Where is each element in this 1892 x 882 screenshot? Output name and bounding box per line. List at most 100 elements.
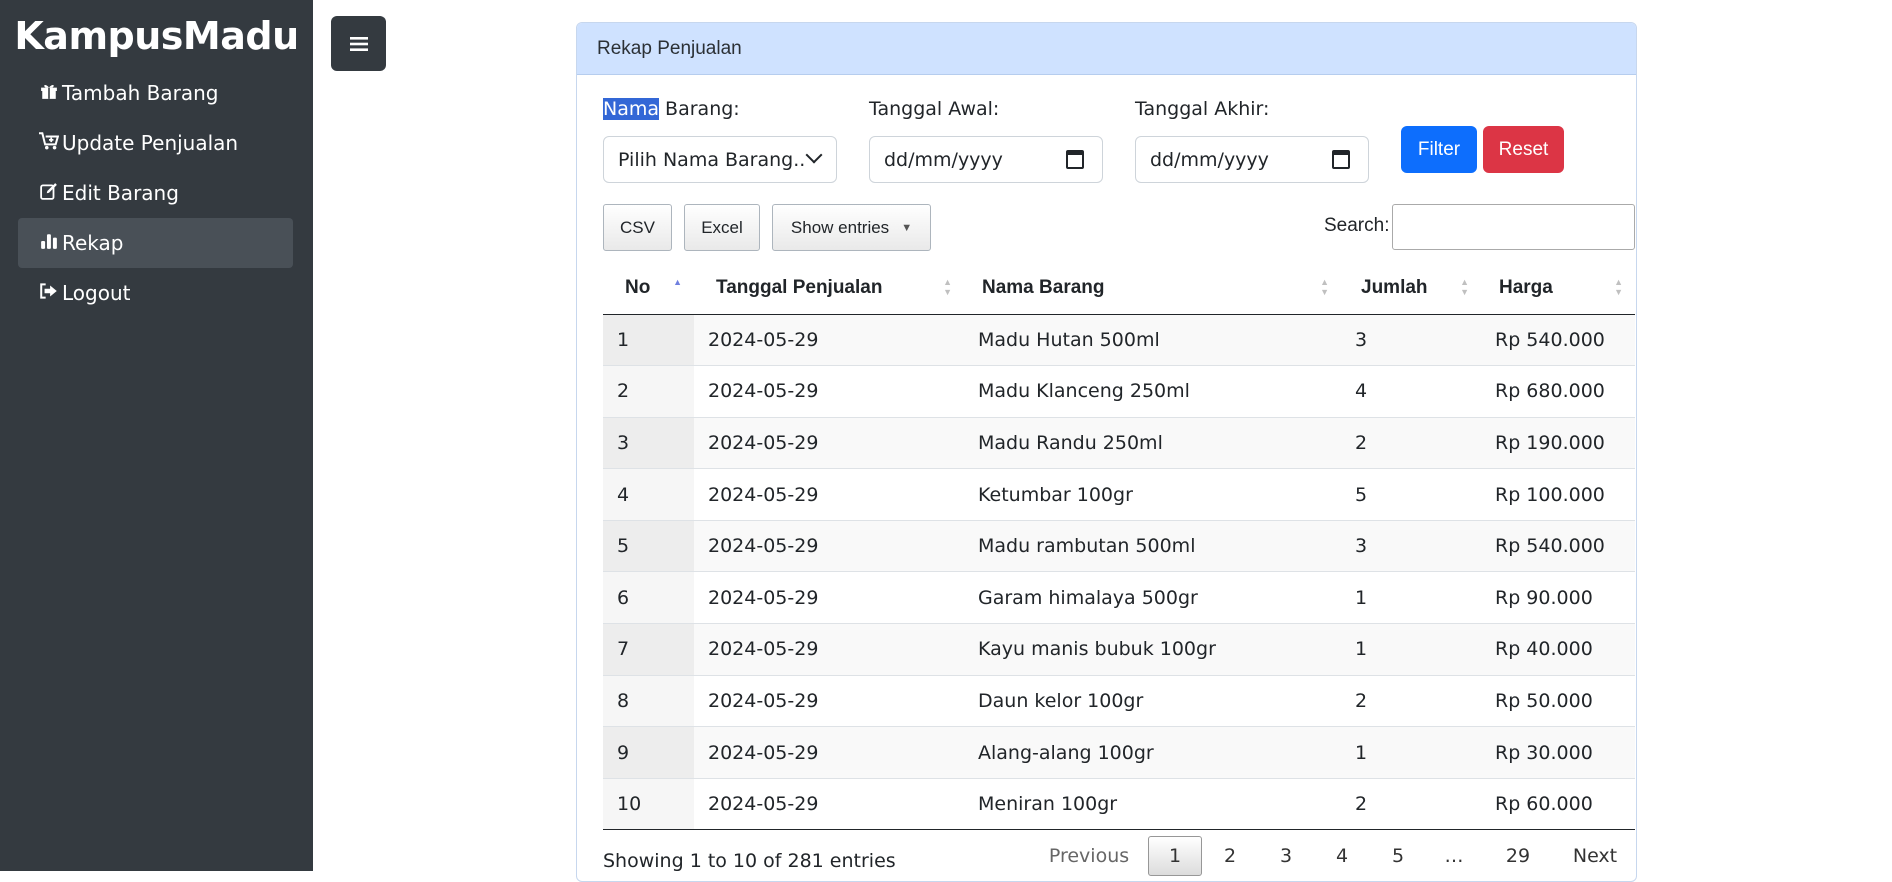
pagination-page-2[interactable]: 2 (1205, 836, 1255, 876)
sidebar-item-edit-barang[interactable]: Edit Barang (18, 168, 293, 218)
column-header-harga[interactable]: Harga ▲ ▼ (1481, 263, 1635, 315)
sidebar-item-label: Rekap (62, 231, 124, 255)
bar-chart-icon (38, 232, 60, 255)
cell-tanggal: 2024-05-29 (694, 520, 964, 573)
cell-tanggal: 2024-05-29 (694, 726, 964, 779)
cell-nama-barang: Meniran 100gr (964, 778, 1341, 831)
pagination-page-1[interactable]: 1 (1148, 836, 1202, 876)
column-header-tanggal-penjualan[interactable]: Tanggal Penjualan ▲ ▼ (694, 263, 964, 315)
pagination-next[interactable]: Next (1556, 836, 1634, 876)
cell-jumlah: 3 (1341, 314, 1481, 367)
table-header-row: No ▲▼ Tanggal Penjualan ▲▼ Nama Barang ▲… (603, 263, 1635, 315)
sidebar-toggle-button[interactable] (331, 16, 386, 71)
edit-icon (38, 182, 60, 205)
rekap-table: No ▲▼ Tanggal Penjualan ▲▼ Nama Barang ▲… (603, 263, 1635, 831)
sort-icon: ▲▼ (1460, 277, 1469, 297)
table-row: 9 2024-05-29 Alang-alang 100gr 1 Rp 30.000 (603, 726, 1635, 779)
sort-icon: ▲▼ (1614, 277, 1623, 297)
table-row: 5 2024-05-29 Madu rambutan 500ml 3 Rp 540.00… (603, 520, 1635, 573)
cell-tanggal: 2024-05-29 (694, 675, 964, 728)
chevron-down-icon (805, 146, 823, 164)
cell-nama-barang: Garam himalaya 500gr (964, 571, 1341, 625)
brand-logo[interactable]: KampusMadu (0, 14, 313, 58)
cart-plus-icon (38, 131, 60, 155)
calendar-icon[interactable] (1066, 150, 1084, 169)
selected-text: Nama (603, 98, 660, 120)
table-row: 8 2024-05-29 Daun kelor 100gr 2 Rp 50.000 (603, 675, 1635, 728)
cell-jumlah: 4 (1341, 365, 1481, 418)
card-title: Rekap Penjualan (577, 23, 1636, 75)
sidebar-item-update-penjualan[interactable]: Update Penjualan (18, 118, 293, 168)
column-header-jumlah[interactable]: Jumlah ▲ ▼ (1341, 263, 1481, 315)
cell-no: 6 (603, 571, 694, 625)
cell-no: 9 (603, 726, 694, 779)
excel-button[interactable]: Excel (684, 204, 760, 251)
show-entries-button[interactable]: Show entries ▼ (772, 204, 931, 251)
cell-no: 2 (603, 365, 694, 418)
cell-nama-barang: Kayu manis bubuk 100gr (964, 623, 1341, 676)
cell-nama-barang: Alang-alang 100gr (964, 726, 1341, 779)
csv-button[interactable]: CSV (603, 204, 672, 251)
cell-no: 3 (603, 417, 694, 470)
cell-jumlah: 3 (1341, 520, 1481, 573)
tanggal-akhir-input[interactable]: dd/mm/yyyy (1135, 136, 1369, 183)
sidebar-item-label: Edit Barang (62, 181, 179, 205)
cell-nama-barang: Daun kelor 100gr (964, 675, 1341, 728)
tanggal-awal-label: Tanggal Awal: (869, 98, 1000, 120)
column-header-nama-barang[interactable]: Nama Barang ▲ ▼ (964, 263, 1341, 315)
calendar-icon[interactable] (1332, 150, 1350, 169)
cell-harga: Rp 190.000 (1481, 417, 1635, 470)
tanggal-akhir-label: Tanggal Akhir: (1135, 98, 1270, 120)
cell-no: 8 (603, 675, 694, 728)
column-header-no[interactable]: No ▲▼ (603, 263, 694, 315)
cell-harga: Rp 60.000 (1481, 778, 1635, 831)
caret-down-icon: ▼ (901, 221, 913, 234)
pagination-page-4[interactable]: 4 (1317, 836, 1367, 876)
cell-jumlah: 1 (1341, 726, 1481, 779)
sidebar-item-rekap[interactable]: Rekap (18, 218, 293, 268)
cell-tanggal: 2024-05-29 (694, 778, 964, 831)
pagination-previous[interactable]: Previous (1040, 836, 1138, 876)
table-info: Showing 1 to 10 of 281 entries (603, 850, 896, 872)
search-input[interactable] (1392, 204, 1635, 250)
filter-button[interactable]: Filter (1401, 126, 1477, 173)
sidebar-item-label: Logout (62, 281, 131, 305)
cell-no: 10 (603, 778, 694, 831)
reset-button[interactable]: Reset (1483, 126, 1564, 173)
cell-jumlah: 2 (1341, 675, 1481, 728)
pagination-ellipsis: … (1444, 845, 1464, 867)
table-row: 10 2024-05-29 Meniran 100gr 2 Rp 60.000 (603, 778, 1635, 831)
cell-nama-barang: Ketumbar 100gr (964, 468, 1341, 521)
cell-no: 7 (603, 623, 694, 676)
tanggal-awal-input[interactable]: dd/mm/yyyy (869, 136, 1103, 183)
logout-icon (38, 282, 60, 305)
pagination-page-3[interactable]: 3 (1261, 836, 1311, 876)
cell-no: 4 (603, 468, 694, 521)
table-row: 7 2024-05-29 Kayu manis bubuk 100gr 1 Rp 40.… (603, 623, 1635, 676)
cell-jumlah: 2 (1341, 778, 1481, 831)
sidebar-item-tambah-barang[interactable]: Tambah Barang (18, 68, 293, 118)
hamburger-icon (349, 28, 368, 59)
sidebar-item-label: Tambah Barang (62, 81, 219, 105)
table-row: 1 2024-05-29 Madu Hutan 500ml 3 Rp 540.000 (603, 314, 1635, 367)
nama-barang-label: Nama Barang: (603, 98, 740, 120)
sort-icon: ▲▼ (1320, 277, 1329, 297)
gift-icon (38, 82, 60, 105)
cell-nama-barang: Madu rambutan 500ml (964, 520, 1341, 573)
pagination-page-5[interactable]: 5 (1373, 836, 1423, 876)
cell-tanggal: 2024-05-29 (694, 417, 964, 470)
sidebar-nav: Tambah Barang Update Penjualan Edit Bara… (18, 68, 293, 318)
cell-jumlah: 1 (1341, 623, 1481, 676)
cell-nama-barang: Madu Klanceng 250ml (964, 365, 1341, 418)
sort-icon: ▲▼ (673, 277, 682, 287)
cell-no: 1 (603, 314, 694, 367)
sidebar-item-logout[interactable]: Logout (18, 268, 293, 318)
search-label: Search: (1324, 215, 1390, 236)
cell-harga: Rp 40.000 (1481, 623, 1635, 676)
cell-tanggal: 2024-05-29 (694, 314, 964, 367)
cell-harga: Rp 90.000 (1481, 571, 1635, 625)
pagination-page-29[interactable]: 29 (1490, 836, 1546, 876)
nama-barang-select[interactable]: Pilih Nama Barang.. (603, 136, 837, 183)
cell-jumlah: 2 (1341, 417, 1481, 470)
cell-jumlah: 5 (1341, 468, 1481, 521)
